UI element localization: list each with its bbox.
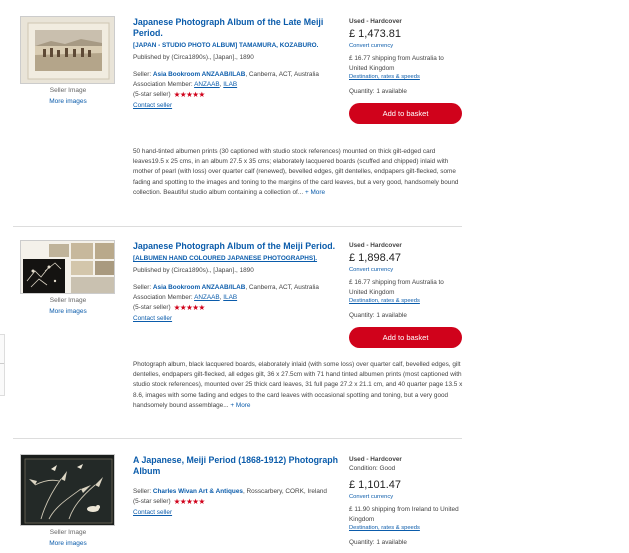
listing-title[interactable]: Japanese Photograph Album of the Meiji P…	[133, 241, 338, 252]
listing-title[interactable]: A Japanese, Meiji Period (1868-1912) Pho…	[133, 455, 338, 477]
listing-author[interactable]: [ALBUMEN HAND COLOURED JAPANESE PHOTOGRA…	[133, 254, 338, 263]
listing-thumbnail[interactable]	[20, 240, 115, 294]
seller-line: Seller: Asia Bookroom ANZAAB/ILAB, Canbe…	[133, 283, 338, 292]
more-images-link[interactable]: More images	[20, 98, 116, 105]
seller-line: Seller: Charles Wivan Art & Antiques, Ro…	[133, 487, 338, 496]
seller-prefix: Seller:	[133, 488, 152, 495]
add-to-basket-button[interactable]: Add to basket	[349, 327, 462, 348]
association-label: Association Member:	[133, 294, 193, 301]
seller-image-label: Seller Image	[49, 297, 87, 304]
more-description-link[interactable]: + More	[230, 402, 250, 409]
convert-currency-link[interactable]: Convert currency	[349, 266, 462, 274]
thumbnail-column: Seller Image More images	[20, 16, 116, 105]
album-photo-image	[21, 17, 114, 83]
seller-name-link[interactable]: Asia Bookroom ANZAAB/ILAB	[153, 71, 245, 78]
convert-currency-link[interactable]: Convert currency	[349, 493, 462, 501]
shipping-info: £ 11.90 shipping from Ireland to United …	[349, 506, 459, 523]
thumbnail-column: Seller Image More images	[20, 240, 116, 315]
seller-location: , Canberra, ACT, Australia	[245, 71, 319, 78]
add-to-basket-button[interactable]: Add to basket	[349, 103, 462, 124]
seller-rating: (5-star seller) ★★★★★	[133, 90, 338, 99]
description-text: 50 hand-tinted albumen prints (30 captio…	[133, 148, 459, 196]
convert-currency-link[interactable]: Convert currency	[349, 42, 462, 50]
side-panel-tab[interactable]	[0, 334, 5, 396]
listing-description: 50 hand-tinted albumen prints (30 captio…	[133, 147, 463, 198]
quantity-available: Quantity: 1 available	[349, 312, 407, 319]
listing-card: Seller Image More images Japanese Photog…	[13, 14, 462, 227]
seller-image-label: Seller Image	[49, 87, 87, 94]
listing-title[interactable]: Japanese Photograph Album of the Late Me…	[133, 17, 338, 39]
album-photo-image	[21, 241, 114, 293]
contact-seller-link[interactable]: Contact seller	[133, 508, 338, 517]
listing-info: Japanese Photograph Album of the Meiji P…	[133, 241, 338, 323]
condition-label: Used - Hardcover	[349, 456, 402, 463]
price: £ 1,473.81	[349, 28, 401, 40]
rating-text: (5-star seller)	[133, 304, 171, 311]
seller-line: Seller: Asia Bookroom ANZAAB/ILAB, Canbe…	[133, 70, 338, 79]
more-description-link[interactable]: + More	[305, 189, 325, 196]
association-ilab-link[interactable]: ILAB	[223, 294, 237, 301]
shipping-info: £ 16.77 shipping from Australia to Unite…	[349, 279, 444, 296]
album-photo-image	[21, 455, 114, 525]
star-rating-icon: ★★★★★	[173, 90, 206, 99]
rating-text: (5-star seller)	[133, 498, 171, 505]
more-images-link[interactable]: More images	[20, 540, 116, 547]
association-anzaab-link[interactable]: ANZAAB	[194, 81, 220, 88]
listing-description: Photograph album, black lacquered boards…	[133, 360, 463, 411]
contact-seller-link[interactable]: Contact seller	[133, 101, 338, 110]
listing-thumbnail[interactable]	[20, 16, 115, 84]
listing-card: Seller Image More images Japanese Photog…	[13, 238, 462, 439]
panel-tab-divider	[0, 363, 4, 364]
listing-info: Japanese Photograph Album of the Late Me…	[133, 17, 338, 110]
association-anzaab-link[interactable]: ANZAAB	[194, 294, 220, 301]
star-rating-icon: ★★★★★	[173, 303, 206, 312]
listing-author[interactable]: [JAPAN - STUDIO PHOTO ALBUM] TAMAMURA, K…	[133, 41, 338, 50]
destination-rates-link[interactable]: Destination, rates & speeds	[349, 73, 462, 81]
quantity-available: Quantity: 1 available	[349, 88, 407, 95]
price-panel: Used - Hardcover £ 1,898.47 Convert curr…	[349, 241, 462, 348]
publisher-info: Published by (Circa1890s)., [Japan]., 18…	[133, 267, 254, 274]
star-rating-icon: ★★★★★	[173, 497, 206, 506]
price-panel: Used - Hardcover Condition: Good £ 1,101…	[349, 455, 462, 547]
contact-seller-link[interactable]: Contact seller	[133, 314, 338, 323]
seller-name-link[interactable]: Charles Wivan Art & Antiques	[153, 488, 243, 495]
seller-location: , Canberra, ACT, Australia	[245, 284, 319, 291]
publisher-info: Published by (Circa1890s)., [Japan]., 18…	[133, 54, 254, 61]
condition-detail: Condition: Good	[349, 465, 396, 472]
shipping-info: £ 16.77 shipping from Australia to Unite…	[349, 55, 444, 72]
price: £ 1,101.47	[349, 479, 401, 491]
seller-rating: (5-star seller) ★★★★★	[133, 303, 338, 312]
price-panel: Used - Hardcover £ 1,473.81 Convert curr…	[349, 17, 462, 124]
more-images-link[interactable]: More images	[20, 308, 116, 315]
association-ilab-link[interactable]: ILAB	[223, 81, 237, 88]
description-text: Photograph album, black lacquered boards…	[133, 361, 463, 409]
seller-image-label: Seller Image	[49, 529, 87, 536]
association-label: Association Member:	[133, 81, 193, 88]
seller-prefix: Seller:	[133, 284, 152, 291]
seller-rating: (5-star seller) ★★★★★	[133, 497, 338, 506]
association-membership: Association Member: ANZAAB, ILAB	[133, 294, 238, 301]
destination-rates-link[interactable]: Destination, rates & speeds	[349, 524, 462, 532]
seller-name-link[interactable]: Asia Bookroom ANZAAB/ILAB	[153, 284, 245, 291]
seller-location: , Rosscarbery, CORK, Ireland	[242, 488, 327, 495]
seller-prefix: Seller:	[133, 71, 152, 78]
listing-info: A Japanese, Meiji Period (1868-1912) Pho…	[133, 455, 338, 517]
listing-thumbnail[interactable]	[20, 454, 115, 526]
quantity-available: Quantity: 1 available	[349, 539, 407, 546]
condition-label: Used - Hardcover	[349, 18, 402, 25]
thumbnail-column: Seller Image More images	[20, 454, 116, 547]
condition-label: Used - Hardcover	[349, 242, 402, 249]
destination-rates-link[interactable]: Destination, rates & speeds	[349, 297, 462, 305]
rating-text: (5-star seller)	[133, 91, 171, 98]
price: £ 1,898.47	[349, 252, 401, 264]
association-membership: Association Member: ANZAAB, ILAB	[133, 81, 238, 88]
listing-card: Seller Image More images A Japanese, Mei…	[13, 452, 462, 553]
